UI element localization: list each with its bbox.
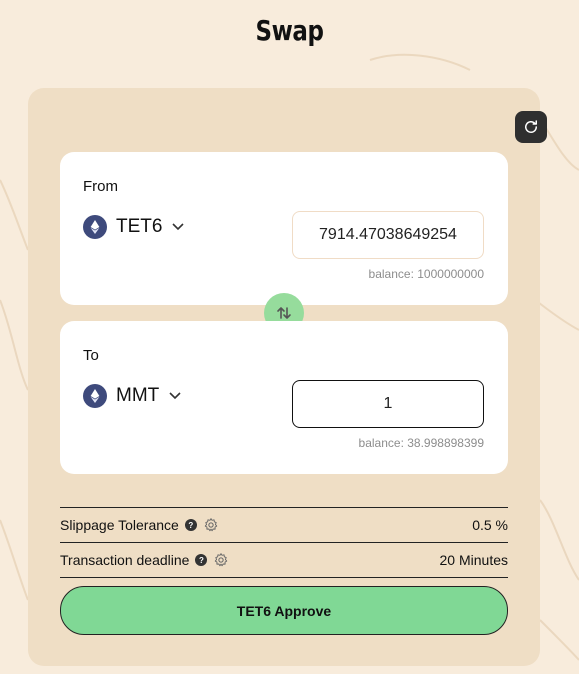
help-icon[interactable]: ? (184, 519, 197, 531)
ethereum-icon (83, 215, 107, 239)
slippage-row: Slippage Tolerance ? 0.5 % (60, 508, 508, 542)
from-card: From TET6 balance: 1000000000 (60, 152, 508, 305)
deadline-label: Transaction deadline (60, 552, 190, 568)
from-amount-input[interactable] (292, 211, 484, 259)
from-balance: balance: 1000000000 (368, 267, 484, 281)
slippage-value: 0.5 % (472, 517, 508, 533)
chevron-down-icon (172, 223, 185, 231)
gear-icon[interactable] (213, 552, 229, 568)
refresh-icon (525, 120, 537, 133)
from-token-select[interactable]: TET6 (83, 215, 185, 239)
divider (60, 577, 508, 578)
ethereum-icon (83, 384, 107, 408)
refresh-button[interactable] (515, 111, 547, 143)
chevron-down-icon (169, 392, 181, 400)
to-token-select[interactable]: MMT (83, 384, 181, 408)
approve-button[interactable]: TET6 Approve (60, 586, 508, 635)
page-title: Swap (255, 14, 324, 47)
to-balance: balance: 38.998898399 (358, 436, 484, 450)
to-label: To (83, 347, 99, 364)
deadline-value: 20 Minutes (439, 552, 508, 568)
from-label: From (83, 178, 118, 195)
slippage-label: Slippage Tolerance (60, 517, 179, 533)
to-amount-input[interactable] (292, 380, 484, 428)
to-token-name: MMT (116, 385, 160, 406)
help-icon[interactable]: ? (195, 554, 208, 566)
swap-direction-icon (277, 307, 291, 319)
from-token-name: TET6 (116, 216, 163, 237)
to-card: To MMT balance: 38.998898399 (60, 321, 508, 474)
deadline-row: Transaction deadline ? 20 Minutes (60, 543, 508, 577)
gear-icon[interactable] (203, 517, 219, 533)
